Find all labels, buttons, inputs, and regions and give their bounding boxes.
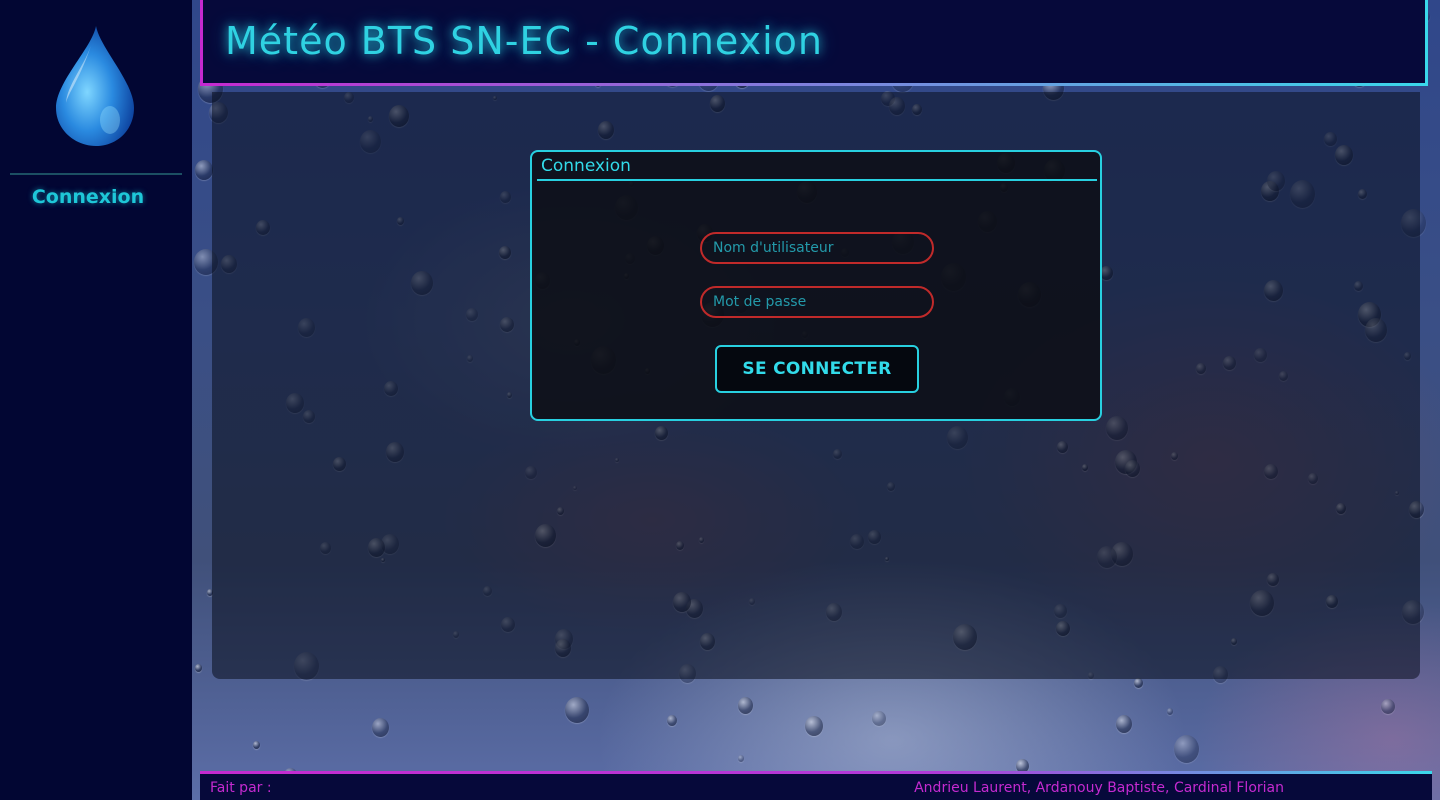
sidebar-divider xyxy=(10,173,182,175)
rain-drop xyxy=(195,160,213,180)
login-form-divider xyxy=(537,179,1097,181)
rain-drop xyxy=(667,715,677,726)
rain-drop xyxy=(1167,708,1173,715)
rain-drop xyxy=(1116,715,1132,733)
rain-drop xyxy=(738,755,744,762)
rain-drop xyxy=(1381,699,1395,714)
username-input[interactable] xyxy=(700,232,934,264)
password-input[interactable] xyxy=(700,286,934,318)
rain-drop xyxy=(872,711,886,726)
rain-drop xyxy=(805,716,823,736)
sidebar: Connexion xyxy=(0,0,192,800)
rain-drop xyxy=(565,697,589,723)
footer-label: Fait par : xyxy=(210,780,272,796)
login-form-title: Connexion xyxy=(541,156,631,176)
sidebar-item-connexion[interactable]: Connexion xyxy=(0,186,176,208)
rain-drop xyxy=(1134,678,1143,688)
rain-drop xyxy=(372,718,389,737)
rain-drop xyxy=(253,741,260,749)
rain-drop xyxy=(1174,735,1199,763)
page-footer: Fait par : Andrieu Laurent, Ardanouy Bap… xyxy=(200,771,1432,800)
rain-drop xyxy=(738,697,753,714)
rain-drop xyxy=(195,664,202,672)
login-form: Connexion SE CONNECTER xyxy=(530,150,1102,421)
login-button[interactable]: SE CONNECTER xyxy=(715,345,919,393)
page-header: Météo BTS SN-EC - Connexion xyxy=(200,0,1428,86)
page-title: Météo BTS SN-EC - Connexion xyxy=(225,19,823,63)
footer-authors: Andrieu Laurent, Ardanouy Baptiste, Card… xyxy=(914,780,1284,796)
water-drop-icon xyxy=(56,26,134,146)
